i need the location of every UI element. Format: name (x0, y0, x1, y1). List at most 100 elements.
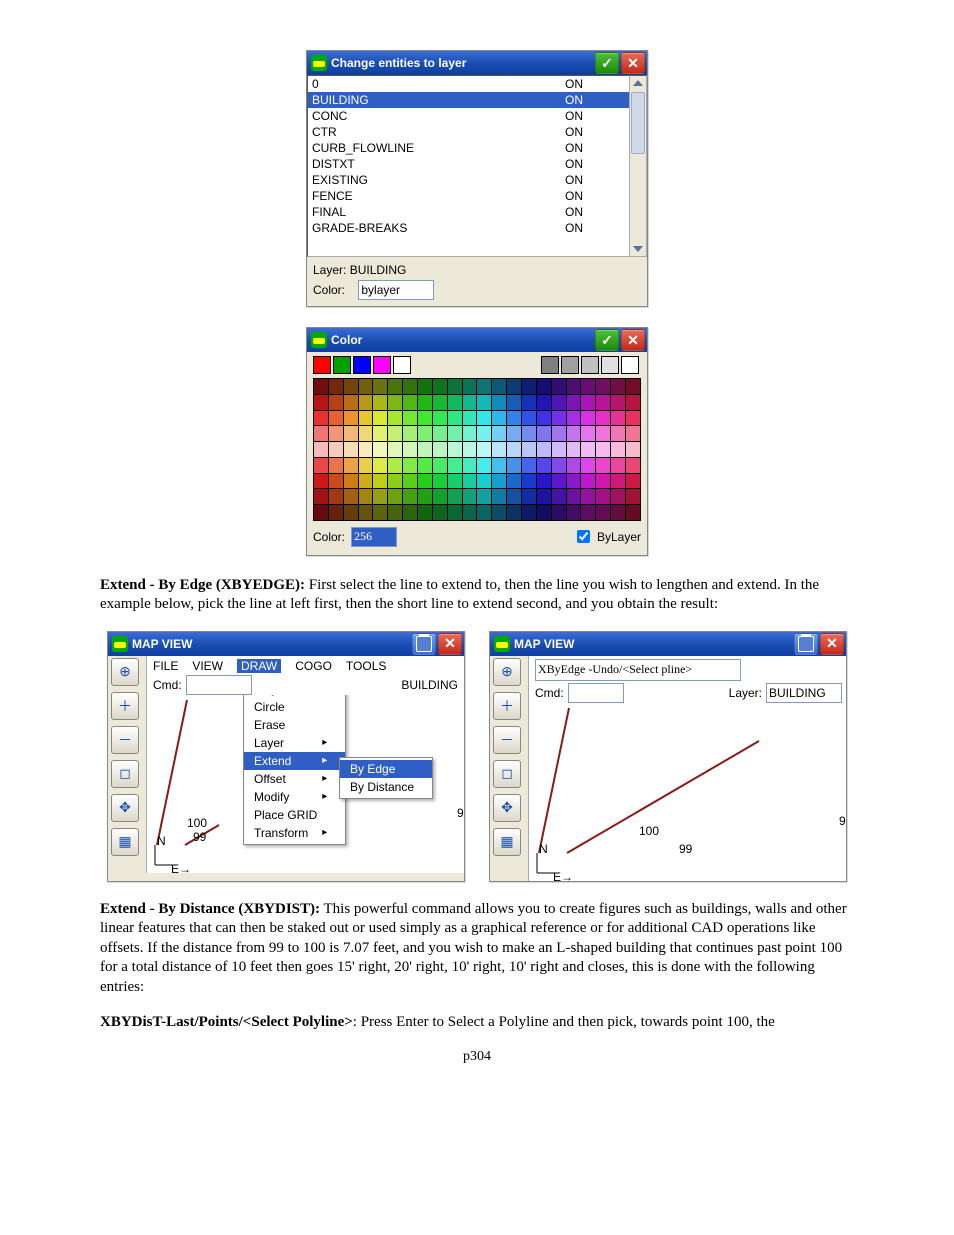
grid-swatch[interactable] (476, 473, 491, 489)
grid-swatch[interactable] (551, 488, 566, 504)
grid-swatch[interactable] (551, 425, 566, 441)
grid-swatch[interactable] (580, 425, 595, 441)
grid-swatch[interactable] (625, 378, 641, 394)
grid-swatch[interactable] (536, 488, 551, 504)
grid-swatch[interactable] (551, 410, 566, 426)
layer-row[interactable]: FINALON (308, 204, 629, 220)
grid-swatch[interactable] (566, 504, 581, 521)
extend-submenu[interactable]: By EdgeBy Distance (339, 757, 433, 799)
zoom-extents-tool[interactable]: ⊕ (111, 658, 139, 686)
submenu-item[interactable]: By Distance (340, 778, 432, 796)
grid-swatch[interactable] (432, 410, 447, 426)
color-grid[interactable] (307, 374, 647, 522)
grid-swatch[interactable] (328, 488, 343, 504)
grid-swatch[interactable] (491, 410, 506, 426)
gray-swatch[interactable] (541, 356, 559, 374)
grid-swatch[interactable] (580, 473, 595, 489)
grid-swatch[interactable] (521, 378, 536, 394)
grid-swatch[interactable] (625, 410, 641, 426)
menu-view[interactable]: VIEW (192, 659, 223, 673)
grid-swatch[interactable] (536, 441, 551, 457)
grid-swatch[interactable] (521, 410, 536, 426)
grid-swatch[interactable] (432, 394, 447, 410)
bylayer-checkbox-wrap[interactable]: ByLayer (573, 527, 641, 546)
grid-swatch[interactable] (343, 473, 358, 489)
grid-swatch[interactable] (506, 441, 521, 457)
grid-swatch[interactable] (476, 378, 491, 394)
grid-swatch[interactable] (417, 441, 432, 457)
ok-button[interactable]: ✓ (595, 329, 619, 351)
dialog-titlebar[interactable]: Change entities to layer ✓ ✕ (307, 51, 647, 75)
options-button[interactable] (412, 633, 436, 655)
zoom-out-tool[interactable]: － (111, 726, 139, 754)
menubar[interactable]: FILE VIEW DRAW COGO TOOLS (147, 656, 464, 673)
cmd-prompt-input[interactable] (535, 659, 741, 681)
zoom-extents-tool[interactable]: ⊕ (493, 658, 521, 686)
close-button[interactable]: ✕ (820, 633, 844, 655)
pan-tool[interactable]: ✥ (111, 794, 139, 822)
grid-swatch[interactable] (625, 488, 641, 504)
grid-swatch[interactable] (551, 441, 566, 457)
grid-swatch[interactable] (328, 378, 343, 394)
layer-row[interactable]: 0ON (308, 76, 629, 92)
grid-swatch[interactable] (313, 410, 328, 426)
grid-swatch[interactable] (432, 378, 447, 394)
grid-swatch[interactable] (595, 394, 610, 410)
grid-swatch[interactable] (328, 473, 343, 489)
grid-swatch[interactable] (625, 441, 641, 457)
gray-swatch[interactable] (601, 356, 619, 374)
grid-swatch[interactable] (506, 378, 521, 394)
grid-swatch[interactable] (358, 441, 373, 457)
layer-row[interactable]: DISTXTON (308, 156, 629, 172)
zoom-out-tool[interactable]: － (493, 726, 521, 754)
grid-swatch[interactable] (476, 504, 491, 521)
grid-swatch[interactable] (521, 488, 536, 504)
grid-swatch[interactable] (566, 457, 581, 473)
grid-swatch[interactable] (491, 425, 506, 441)
grid-swatch[interactable] (402, 504, 417, 521)
grid-swatch[interactable] (536, 504, 551, 521)
layer-row[interactable]: GRADE-BREAKSON (308, 220, 629, 236)
grid-swatch[interactable] (595, 425, 610, 441)
grid-swatch[interactable] (595, 504, 610, 521)
grid-swatch[interactable] (372, 441, 387, 457)
grid-swatch[interactable] (551, 394, 566, 410)
grid-swatch[interactable] (506, 425, 521, 441)
layer-row[interactable]: BUILDINGON (308, 92, 629, 108)
grid-swatch[interactable] (580, 457, 595, 473)
grid-swatch[interactable] (358, 394, 373, 410)
grid-swatch[interactable] (476, 425, 491, 441)
grid-swatch[interactable] (462, 394, 477, 410)
grid-swatch[interactable] (402, 394, 417, 410)
grid-swatch[interactable] (536, 457, 551, 473)
grid-swatch[interactable] (610, 441, 625, 457)
grid-swatch[interactable] (476, 457, 491, 473)
view-tool[interactable]: ▦ (111, 828, 139, 856)
menu-item[interactable]: Place GRID (244, 806, 345, 824)
grid-swatch[interactable] (343, 488, 358, 504)
grid-swatch[interactable] (343, 457, 358, 473)
layer-input[interactable] (766, 683, 842, 703)
grid-swatch[interactable] (566, 394, 581, 410)
grid-swatch[interactable] (432, 441, 447, 457)
grid-swatch[interactable] (566, 441, 581, 457)
grid-swatch[interactable] (343, 504, 358, 521)
layer-row[interactable]: FENCEON (308, 188, 629, 204)
grid-swatch[interactable] (328, 394, 343, 410)
zoom-window-tool[interactable]: ◻ (111, 760, 139, 788)
menu-item[interactable]: Erase (244, 716, 345, 734)
primary-swatches[interactable] (307, 352, 647, 374)
grid-swatch[interactable] (491, 441, 506, 457)
grid-swatch[interactable] (447, 504, 462, 521)
close-button[interactable]: ✕ (621, 52, 645, 74)
grid-swatch[interactable] (447, 410, 462, 426)
grid-swatch[interactable] (610, 425, 625, 441)
grid-swatch[interactable] (358, 378, 373, 394)
grid-swatch[interactable] (402, 488, 417, 504)
grid-swatch[interactable] (462, 473, 477, 489)
grid-swatch[interactable] (447, 378, 462, 394)
grid-swatch[interactable] (462, 457, 477, 473)
menu-draw[interactable]: DRAW (237, 659, 281, 673)
grid-swatch[interactable] (387, 425, 402, 441)
dialog-titlebar[interactable]: MAP VIEW ✕ (490, 632, 846, 656)
